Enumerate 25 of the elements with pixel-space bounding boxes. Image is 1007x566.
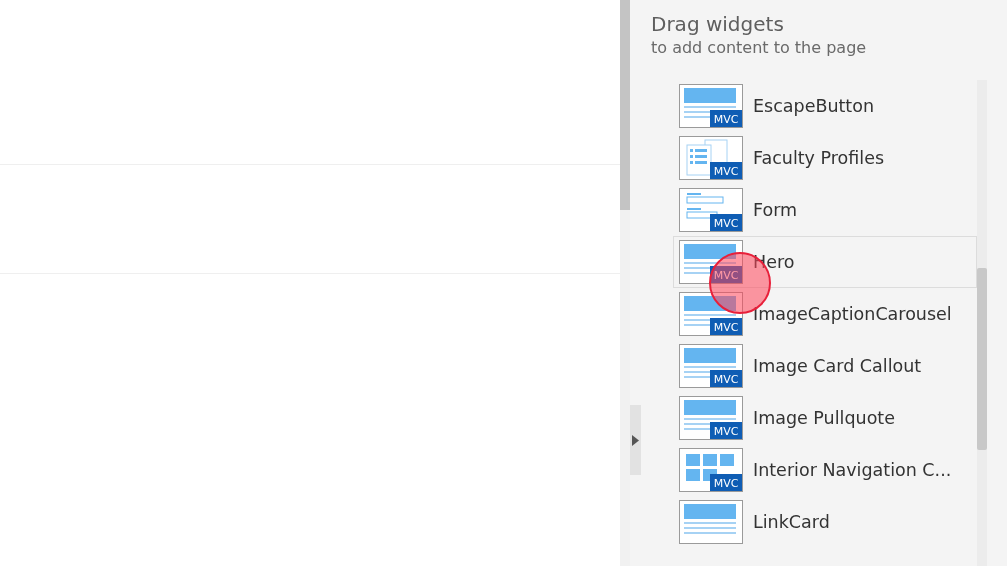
scrollbar[interactable] — [620, 0, 630, 566]
widget-item[interactable]: MVC Interior Navigation C... — [673, 444, 977, 496]
widget-icon: MVC — [679, 84, 743, 128]
widget-icon: MVC — [679, 448, 743, 492]
scrollbar-thumb[interactable] — [977, 268, 987, 450]
widget-item[interactable]: MVC Image Card Callout — [673, 340, 977, 392]
widget-item[interactable]: MVC ImageCaptionCarousel — [673, 288, 977, 340]
scrollbar-thumb[interactable] — [620, 0, 630, 210]
caret-icon — [632, 434, 639, 446]
widget-icon: MVC — [679, 188, 743, 232]
widget-icon: MVC — [679, 136, 743, 180]
widget-item[interactable]: MVC Form — [673, 184, 977, 236]
widget-icon: MVC — [679, 292, 743, 336]
widget-item[interactable]: MVC Image Pullquote — [673, 392, 977, 444]
widget-icon: MVC — [679, 240, 743, 284]
widget-icon: MVC — [679, 344, 743, 388]
widget-item[interactable]: LinkCard — [673, 496, 977, 548]
widget-icon: MVC — [679, 396, 743, 440]
collapse-handle[interactable] — [630, 405, 641, 475]
widget-icon — [679, 500, 743, 544]
panel-subtitle: to add content to the page — [651, 37, 868, 59]
widget-item[interactable]: MVC EscapeButton — [673, 80, 977, 132]
panel-title: Drag widgets — [651, 12, 785, 36]
widget-item[interactable]: MVC Faculty Profiles — [673, 132, 977, 184]
list-scrollbar[interactable] — [977, 80, 987, 566]
